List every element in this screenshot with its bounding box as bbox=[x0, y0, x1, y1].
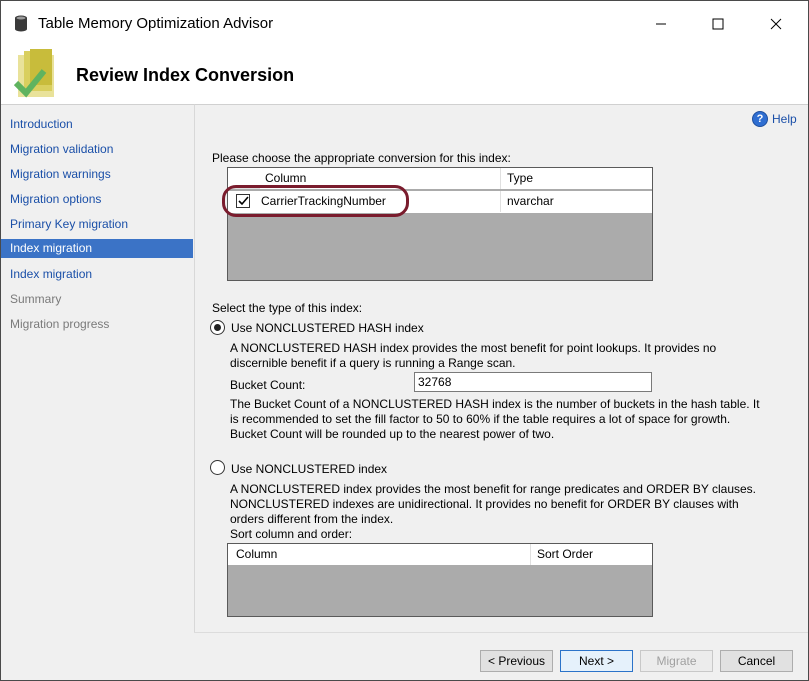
bucket-count-label: Bucket Count: bbox=[230, 378, 306, 392]
database-icon bbox=[15, 15, 27, 32]
hash-index-label[interactable]: Use NONCLUSTERED HASH index bbox=[231, 321, 424, 335]
sort-grid[interactable]: Column Sort Order bbox=[227, 543, 653, 617]
row-column-type: nvarchar bbox=[501, 191, 652, 212]
highlight-annotation bbox=[222, 185, 409, 217]
nonclustered-description-line-1: A NONCLUSTERED index provides the most b… bbox=[230, 482, 757, 496]
hash-description: A NONCLUSTERED HASH index provides the m… bbox=[230, 341, 716, 371]
database-wizard-icon bbox=[13, 49, 54, 98]
sidebar-item-index-migration[interactable]: Index migration bbox=[1, 265, 193, 284]
dialog-window: Table Memory Optimization Advisor Review… bbox=[0, 0, 809, 681]
window-title: Table Memory Optimization Advisor bbox=[38, 15, 274, 32]
sort-grid-header: Column Sort Order bbox=[228, 544, 652, 565]
bucket-note-line-1: The Bucket Count of a NONCLUSTERED HASH … bbox=[230, 397, 760, 411]
maximize-icon bbox=[712, 18, 724, 30]
nonclustered-description-line-3: orders different from the index. bbox=[230, 512, 394, 526]
minimize-button[interactable] bbox=[638, 9, 684, 39]
page-header: Review Index Conversion bbox=[1, 45, 808, 104]
close-icon bbox=[770, 18, 782, 30]
close-button[interactable] bbox=[753, 9, 799, 39]
sidebar-item-summary: Summary bbox=[10, 292, 62, 306]
footer-bar: < Previous Next > Migrate Cancel bbox=[194, 632, 808, 680]
hash-index-radio[interactable] bbox=[210, 320, 225, 335]
type-header[interactable]: Type bbox=[501, 168, 652, 189]
sidebar-item-primary-key-migration[interactable]: Primary Key migration bbox=[1, 215, 193, 234]
conversion-prompt: Please choose the appropriate conversion… bbox=[212, 151, 511, 165]
nonclustered-description-line-2: NONCLUSTERED indexes are unidirectional.… bbox=[230, 497, 739, 511]
bucket-note-line-3: Bucket Count will be rounded up to the n… bbox=[230, 427, 555, 441]
nonclustered-index-label[interactable]: Use NONCLUSTERED index bbox=[231, 462, 387, 476]
previous-button[interactable]: < Previous bbox=[480, 650, 553, 672]
index-type-prompt: Select the type of this index: bbox=[212, 301, 363, 315]
sidebar-item-migration-options[interactable]: Migration options bbox=[1, 190, 193, 209]
sidebar-nav: Introduction Migration validation Migrat… bbox=[1, 104, 194, 680]
page-title: Review Index Conversion bbox=[76, 65, 295, 85]
sort-column-header[interactable]: Column bbox=[228, 544, 531, 565]
nonclustered-description: A NONCLUSTERED index provides the most b… bbox=[230, 482, 756, 542]
migrate-button: Migrate bbox=[640, 650, 713, 672]
hash-description-line-1: A NONCLUSTERED HASH index provides the m… bbox=[230, 341, 717, 355]
sidebar-item-migration-warnings[interactable]: Migration warnings bbox=[1, 165, 193, 184]
bucket-note-line-2: is recommended to set the fill factor to… bbox=[230, 412, 731, 426]
cancel-button[interactable]: Cancel bbox=[720, 650, 793, 672]
help-label: Help bbox=[772, 112, 797, 126]
nonclustered-index-radio[interactable] bbox=[210, 460, 225, 475]
sidebar-item-migration-progress: Migration progress bbox=[10, 317, 110, 331]
bucket-count-input[interactable]: 32768 bbox=[414, 372, 652, 392]
sort-order-header[interactable]: Sort Order bbox=[531, 544, 652, 565]
next-button[interactable]: Next > bbox=[560, 650, 633, 672]
help-icon: ? bbox=[752, 111, 768, 127]
minimize-icon bbox=[656, 23, 666, 25]
main-panel: ? Help Please choose the appropriate con… bbox=[194, 104, 808, 632]
maximize-button[interactable] bbox=[695, 9, 741, 39]
sidebar-item-introduction[interactable]: Introduction bbox=[1, 115, 193, 134]
sidebar-item-migration-validation[interactable]: Migration validation bbox=[1, 140, 193, 159]
sort-column-label: Sort column and order: bbox=[230, 527, 353, 541]
title-bar: Table Memory Optimization Advisor bbox=[1, 1, 808, 45]
help-link[interactable]: ? Help bbox=[752, 111, 797, 127]
sidebar-item-index-migration-active[interactable]: Index migration bbox=[1, 239, 193, 258]
bucket-count-note: The Bucket Count of a NONCLUSTERED HASH … bbox=[230, 397, 760, 442]
hash-description-line-2: discernible benefit if a query is runnin… bbox=[230, 356, 516, 370]
